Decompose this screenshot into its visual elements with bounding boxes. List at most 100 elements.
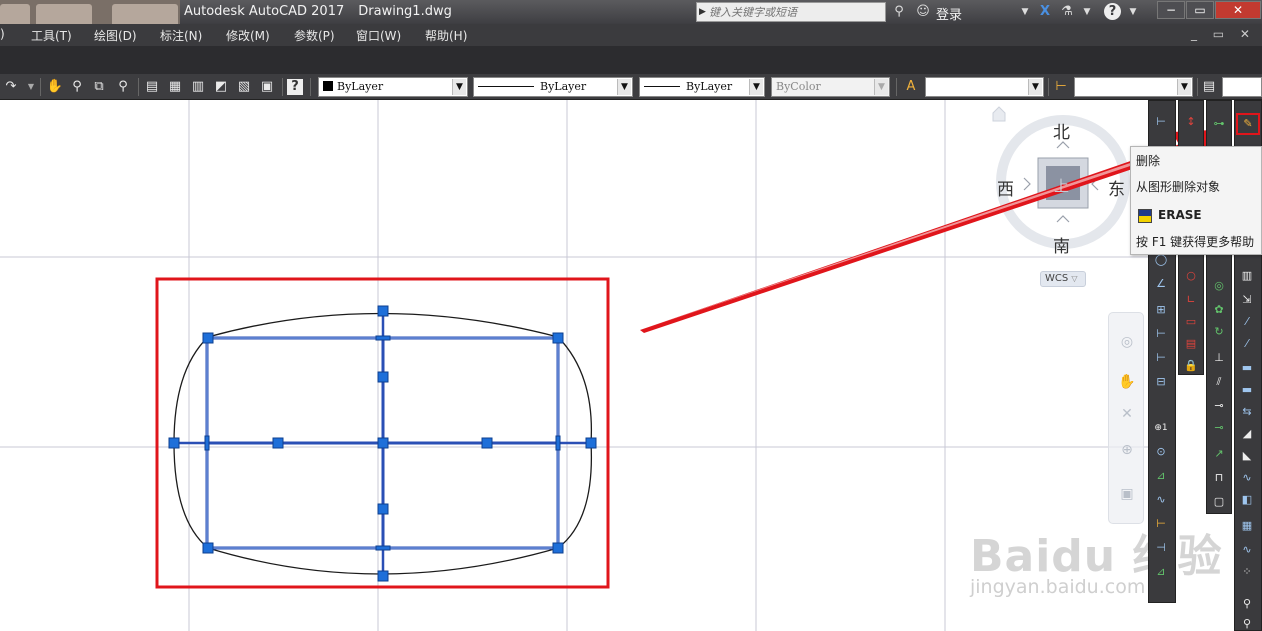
chamfer-corner-icon[interactable]: ◢ [1237, 425, 1257, 443]
dimension-style-combo[interactable]: ▼ [1074, 77, 1193, 97]
calculator-icon[interactable]: ▣ [258, 78, 276, 96]
wcs-menu[interactable]: WCS ▽ [1040, 271, 1086, 287]
binoculars-icon[interactable]: ⚲ [890, 3, 908, 21]
chevron-down-icon[interactable]: ▼ [452, 79, 466, 95]
showmotion-icon[interactable]: ▣ [1118, 485, 1136, 503]
grid-icon[interactable]: ▦ [1237, 517, 1257, 535]
viewcube-south-label[interactable]: 南 [1053, 232, 1070, 257]
pan-hand-icon[interactable]: ✋ [46, 78, 64, 96]
linetype-combo[interactable]: ByLayer ▼ [473, 77, 633, 97]
continue-dimension-icon[interactable]: ⊢ [1151, 349, 1171, 367]
orbit-icon[interactable]: ⊕ [1118, 441, 1136, 459]
zoom-extents-icon[interactable]: ✕ [1118, 405, 1136, 423]
plot-style-combo[interactable]: ByColor ▼ [771, 77, 890, 97]
distance-icon[interactable]: ↕ [1181, 113, 1201, 131]
update-dimension-icon[interactable]: ⊿ [1151, 563, 1171, 581]
gradient-icon[interactable]: ▬ [1237, 359, 1257, 377]
lineweight-combo[interactable]: ByLayer ▼ [639, 77, 765, 97]
menu-item-view-cut[interactable]: ) [0, 27, 5, 41]
sheet-set-icon[interactable]: ◩ [212, 78, 230, 96]
chevron-down-icon[interactable]: ▼ [749, 79, 763, 95]
chevron-down-icon[interactable]: ▼ [1177, 79, 1191, 95]
zoom-icon[interactable]: ⚲ [1237, 595, 1257, 613]
steering-wheel-icon[interactable]: ◎ [1118, 333, 1136, 351]
trim-icon[interactable]: ⫽ [1209, 373, 1229, 391]
background-tab[interactable] [112, 4, 178, 24]
dimension-style-icon[interactable]: ⊢ [1052, 78, 1070, 96]
chamfer-icon[interactable]: ⊓ [1209, 469, 1229, 487]
rotate-icon[interactable]: ↻ [1209, 323, 1229, 341]
join-icon[interactable]: ↗ [1209, 445, 1229, 463]
inspection-icon[interactable]: ⊿ [1151, 467, 1171, 485]
fillet-corner-icon[interactable]: ◣ [1237, 447, 1257, 465]
a360-dropdown-icon[interactable]: ▼ [1078, 3, 1096, 21]
dimension-edit-icon[interactable]: ⊢ [1151, 515, 1171, 533]
help-icon[interactable]: ? [1104, 3, 1121, 20]
explode-icon[interactable]: ⇆ [1237, 403, 1257, 421]
viewcube-north-label[interactable]: 北 [1053, 118, 1070, 143]
extend-icon[interactable]: ⊸ [1209, 397, 1229, 415]
point-icon[interactable]: ⁘ [1237, 563, 1257, 581]
xline-icon[interactable]: ⁄ [1237, 335, 1257, 353]
menu-item-draw[interactable]: 绘图(D) [94, 27, 137, 44]
menu-item-modify[interactable]: 修改(M) [226, 27, 270, 44]
zoom-window-icon[interactable]: ⧉ [90, 78, 108, 96]
viewcube-top-face[interactable]: 上 [1054, 175, 1069, 196]
chevron-down-icon[interactable]: ▼ [1028, 79, 1042, 95]
menu-item-help[interactable]: 帮助(H) [425, 27, 467, 44]
offset-icon[interactable]: ✿ [1209, 301, 1229, 319]
break-icon[interactable]: ⊸ [1209, 419, 1229, 437]
table-style-combo[interactable] [1222, 77, 1262, 97]
exchange-apps-icon[interactable]: X [1036, 3, 1054, 21]
stretch-icon[interactable]: ⊥ [1209, 349, 1229, 367]
jogged-linear-icon[interactable]: ∿ [1151, 491, 1171, 509]
search-expand-icon[interactable]: ▶ [699, 7, 706, 17]
text-style-icon[interactable]: A [902, 78, 920, 96]
chevron-down-icon[interactable]: ▼ [617, 79, 631, 95]
blend-curves-icon[interactable]: ∿ [1237, 469, 1257, 487]
close-button[interactable]: ✕ [1215, 1, 1261, 19]
pan-icon[interactable]: ✋ [1118, 373, 1136, 391]
break-at-point-icon[interactable]: ⁄ [1237, 313, 1257, 331]
menu-item-window[interactable]: 窗口(W) [356, 27, 401, 44]
minimize-button[interactable]: − [1157, 1, 1185, 19]
dimension-space-icon[interactable]: ⊟ [1151, 373, 1171, 391]
fillet-icon[interactable]: ▢ [1209, 493, 1229, 511]
markup-icon[interactable]: ▧ [235, 78, 253, 96]
layer-color-combo[interactable]: ByLayer ▼ [318, 77, 468, 97]
region-icon[interactable]: ▥ [1237, 267, 1257, 285]
login-dropdown-icon[interactable]: ▼ [1016, 3, 1034, 21]
background-tab[interactable] [0, 4, 30, 24]
viewcube-west-label[interactable]: 西 [997, 175, 1014, 200]
center-mark-icon[interactable]: ⊙ [1151, 443, 1171, 461]
zoom-out-icon[interactable]: ⚲ [1237, 615, 1257, 631]
linear-dimension-icon[interactable]: ⊢ [1151, 113, 1171, 131]
dimension-text-edit-icon[interactable]: ⊣ [1151, 539, 1171, 557]
baseline-dimension-icon[interactable]: ⊢ [1151, 325, 1171, 343]
properties-icon[interactable]: ▤ [143, 78, 161, 96]
restore-button[interactable]: ▭ [1186, 1, 1214, 19]
spline-icon[interactable]: ∿ [1237, 541, 1257, 559]
redo-dropdown-icon[interactable]: ▼ [22, 78, 40, 96]
text-style-combo[interactable]: ▼ [925, 77, 1044, 97]
angular-dimension-icon[interactable]: ∠ [1151, 275, 1171, 293]
user-icon[interactable]: ☺ [914, 3, 932, 21]
table-style-icon[interactable]: ▤ [1200, 78, 1218, 96]
mass-properties-icon[interactable]: ▤ [1181, 335, 1201, 353]
menu-item-parametric[interactable]: 参数(P) [294, 27, 335, 44]
copy-icon[interactable]: ⊶ [1209, 115, 1229, 133]
radius-icon[interactable]: ○ [1181, 267, 1201, 285]
help-icon[interactable]: ? [287, 79, 303, 95]
drawing-canvas[interactable]: 北 南 西 东 上 WCS ▽ ◎ ✋ ✕ ⊕ ▣ Baidu 经验 jingy… [0, 100, 1262, 631]
document-window-controls[interactable]: _ ▭ ✕ [1191, 27, 1256, 41]
viewcube-east-label[interactable]: 东 [1108, 175, 1125, 200]
insert-block-icon[interactable]: ⇲ [1237, 291, 1257, 309]
table-icon[interactable]: ▬ [1237, 381, 1257, 399]
search-box[interactable]: ▶ [696, 2, 886, 22]
erase-button[interactable]: ✎ [1236, 113, 1260, 135]
menu-item-dimension[interactable]: 标注(N) [160, 27, 202, 44]
zoom-realtime-icon[interactable]: ⚲ [68, 78, 86, 96]
menu-item-tools[interactable]: 工具(T) [31, 27, 72, 44]
redo-icon[interactable]: ↷ [2, 78, 20, 96]
quick-dimension-icon[interactable]: ⊞ [1151, 301, 1171, 319]
